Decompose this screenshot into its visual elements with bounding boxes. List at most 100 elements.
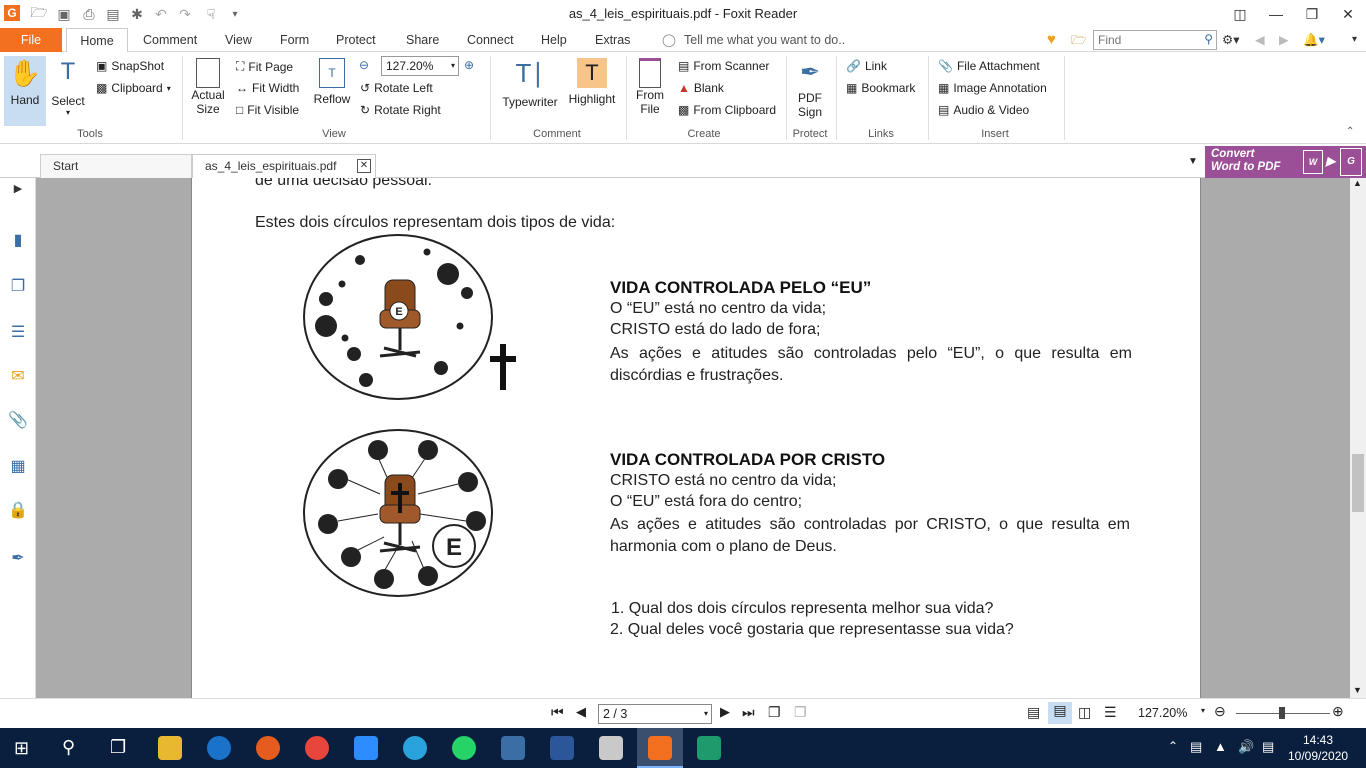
app-icon[interactable] (501, 736, 525, 760)
tab-view[interactable]: View (221, 28, 256, 52)
foxit-taskbar-button[interactable] (637, 728, 683, 768)
fit-page-button[interactable]: ⛶ Fit Page (236, 59, 293, 74)
search-icon[interactable]: ⚲ (1204, 32, 1213, 46)
search-folder-icon[interactable]: 🗁 (1067, 28, 1091, 52)
tab-document[interactable]: as_4_leis_espirituais.pdf ✕ (192, 154, 376, 178)
actual-size-button[interactable]: Actual Size (188, 58, 228, 116)
internet-explorer-icon[interactable] (207, 736, 231, 760)
highlight-button[interactable]: T Highlight (566, 58, 618, 106)
certificate-icon[interactable]: ✒ (8, 548, 28, 568)
zoom-in-icon[interactable]: ⊕ (1332, 703, 1344, 720)
zoom-out-button[interactable]: ⊖ (359, 58, 369, 72)
notifications-icon[interactable]: ▤ (1262, 739, 1274, 755)
file-attachment-button[interactable]: 📎 File Attachment (938, 59, 1040, 73)
single-page-icon[interactable]: ▤ (1027, 704, 1040, 721)
close-tab-icon[interactable]: ✕ (357, 159, 371, 173)
zoom-icon[interactable] (354, 736, 378, 760)
paint-icon[interactable] (599, 736, 623, 760)
tab-home[interactable]: Home (66, 28, 128, 53)
first-page-icon[interactable]: ⏮ (551, 704, 564, 721)
clipboard-button[interactable]: ▩ Clipboard ▾ (96, 81, 171, 95)
show-hidden-icons-icon[interactable]: ⌃ (1168, 739, 1178, 753)
tab-connect[interactable]: Connect (463, 28, 518, 52)
select-tool-button[interactable]: T Select ▾ (50, 58, 86, 117)
fit-width-button[interactable]: ↔ Fit Width (236, 81, 299, 95)
app-icon[interactable] (697, 736, 721, 760)
scroll-up-icon[interactable]: ▲ (1353, 178, 1362, 188)
pdf-sign-button[interactable]: ✒ PDF Sign (790, 58, 830, 119)
restore-button[interactable]: ❐ (1294, 0, 1330, 28)
chevron-down-icon[interactable]: ▾ (1201, 706, 1205, 715)
word-icon[interactable] (550, 736, 574, 760)
wifi-icon[interactable]: ▲ (1214, 739, 1227, 754)
expand-chevron-icon[interactable]: ▾ (1348, 28, 1361, 52)
tab-protect[interactable]: Protect (332, 28, 380, 52)
vertical-scrollbar[interactable]: ▲ ▼ (1350, 178, 1366, 698)
bookmark-button[interactable]: ▦ Bookmark (846, 81, 915, 95)
next-view-icon[interactable]: ▶ (1275, 28, 1293, 52)
clock[interactable]: 14:43 10/09/2020 (1288, 732, 1348, 764)
next-view-icon[interactable]: ❐ (794, 704, 807, 721)
network-icon[interactable]: ▤ (1190, 739, 1202, 755)
close-button[interactable]: ✕ (1330, 0, 1366, 28)
tab-file[interactable]: File (0, 28, 62, 52)
tell-me-input[interactable]: Tell me what you want to do.. (680, 28, 849, 52)
blank-button[interactable]: ▲ Blank (678, 81, 724, 95)
previous-view-icon[interactable]: ❐ (768, 704, 781, 721)
link-button[interactable]: 🔗 Link (846, 59, 887, 73)
attachments-icon[interactable]: 📎 (8, 410, 28, 430)
continuous-facing-icon[interactable]: ☰ (1104, 704, 1117, 721)
zoom-select[interactable]: 127.20% ▾ (381, 56, 459, 76)
last-page-icon[interactable]: ⏭ (742, 704, 755, 721)
next-page-icon[interactable]: ▶ (720, 704, 730, 720)
convert-word-to-pdf-banner[interactable]: Convert Word to PDF W ▶ G (1205, 146, 1366, 178)
tab-start[interactable]: Start (40, 154, 192, 178)
tab-form[interactable]: Form (276, 28, 313, 52)
fit-visible-button[interactable]: □ Fit Visible (236, 103, 299, 117)
bell-icon[interactable]: 🔔▾ (1299, 28, 1329, 52)
comments-icon[interactable]: ✉ (8, 366, 28, 386)
volume-icon[interactable]: 🔊 (1238, 739, 1254, 755)
tab-share[interactable]: Share (402, 28, 443, 52)
audio-video-button[interactable]: ▤ Audio & Video (938, 103, 1029, 117)
minimize-button[interactable]: — (1258, 0, 1294, 28)
scrollbar-thumb[interactable] (1352, 454, 1364, 512)
find-input[interactable] (1094, 31, 1194, 49)
tab-comment[interactable]: Comment (139, 28, 201, 52)
bookmarks-icon[interactable]: ▮ (8, 230, 28, 250)
snapshot-button[interactable]: ▣ SnapShot (96, 59, 164, 73)
reflow-button[interactable]: T Reflow (311, 58, 353, 106)
expand-panel-icon[interactable]: ▶ (8, 182, 28, 202)
zoom-out-icon[interactable]: ⊖ (1214, 703, 1226, 720)
chrome-icon[interactable] (305, 736, 329, 760)
from-file-button[interactable]: From File (632, 58, 668, 116)
prev-view-icon[interactable]: ◀ (1251, 28, 1269, 52)
from-scanner-button[interactable]: ▤ From Scanner (678, 59, 769, 73)
rotate-right-button[interactable]: ↻ Rotate Right (360, 103, 441, 117)
find-box[interactable]: ⚲ (1093, 30, 1217, 50)
tab-help[interactable]: Help (537, 28, 571, 52)
image-annotation-button[interactable]: ▦ Image Annotation (938, 81, 1047, 95)
from-clipboard-button[interactable]: ▩ From Clipboard (678, 103, 776, 117)
search-icon[interactable]: ⚲ (62, 737, 75, 758)
previous-page-icon[interactable]: ◀ (576, 704, 586, 720)
windows-start-icon[interactable]: ⊞ (14, 738, 29, 759)
page-number-input[interactable]: 2 / 3 ▾ (598, 704, 712, 724)
zoom-in-button[interactable]: ⊕ (464, 58, 474, 72)
lock-icon[interactable]: 🔒 (8, 500, 28, 520)
continuous-page-icon[interactable]: ▤ (1048, 702, 1072, 724)
scroll-down-icon[interactable]: ▼ (1353, 685, 1362, 695)
zoom-slider-thumb[interactable] (1279, 707, 1285, 719)
telegram-icon[interactable] (403, 736, 427, 760)
task-view-icon[interactable]: ❐ (110, 737, 126, 758)
file-explorer-icon[interactable] (158, 736, 182, 760)
facing-page-icon[interactable]: ◫ (1078, 704, 1091, 721)
tab-extras[interactable]: Extras (591, 28, 634, 52)
typewriter-button[interactable]: T∣ Typewriter (498, 58, 562, 109)
favorite-icon[interactable]: ♥ (1043, 28, 1060, 52)
hand-tool-button[interactable]: ✋ Hand (4, 56, 46, 126)
signatures-icon[interactable]: ▦ (8, 456, 28, 476)
pages-icon[interactable]: ❐ (8, 276, 28, 296)
firefox-icon[interactable] (256, 736, 280, 760)
collapse-ribbon-icon[interactable]: ⌃ (1346, 126, 1354, 137)
